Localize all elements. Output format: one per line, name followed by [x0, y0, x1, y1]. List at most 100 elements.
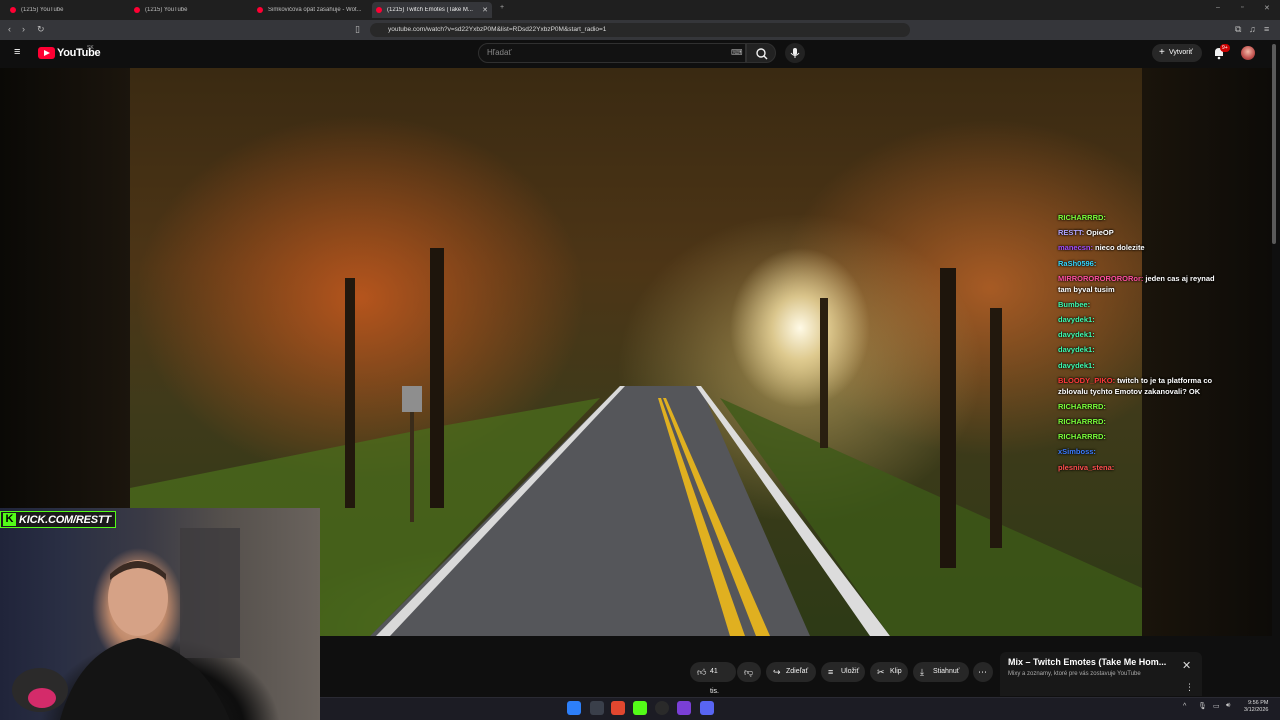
- microphone-tray-icon[interactable]: 🎙︎: [1198, 702, 1207, 710]
- browser-tab-active[interactable]: (1215) Twitch Emotes (Take M... ✕: [372, 2, 492, 18]
- youtube-favicon-icon: [10, 7, 16, 13]
- monitor-tray-icon[interactable]: ▭: [1213, 702, 1220, 710]
- tab-label: (1215) YouTube: [21, 7, 64, 13]
- hamburger-menu-icon[interactable]: ≡: [14, 46, 20, 58]
- chat-message: xSimboss:: [1058, 444, 1228, 459]
- chat-text: nieco dolezite: [1095, 243, 1145, 253]
- create-button[interactable]: + Vytvoriť: [1152, 44, 1202, 62]
- chat-username: xSimboss:: [1058, 447, 1096, 457]
- chat-username: RESTT:: [1058, 228, 1085, 238]
- chat-username: RICHARRRD:: [1058, 432, 1106, 442]
- browser-tab-strip: (1215) YouTube (1215) YouTube Šimkovičov…: [0, 0, 1280, 20]
- plus-icon: +: [1159, 47, 1165, 58]
- chat-message: RICHARRRD:: [1058, 429, 1228, 444]
- thumbs-up-icon: 👍︎: [697, 667, 707, 677]
- more-horizontal-icon: ⋯: [978, 667, 987, 677]
- share-icon: ↪: [773, 667, 781, 677]
- obs-icon[interactable]: [655, 701, 669, 715]
- tab-label: (1215) Twitch Emotes (Take M...: [387, 7, 473, 13]
- tab-label: Šimkovičová opät zasahuje - Wot...: [268, 7, 362, 13]
- page-scrollbar[interactable]: [1272, 44, 1276, 244]
- chat-message: RICHARRRD:: [1058, 414, 1228, 429]
- chat-username: Bumbee:: [1058, 299, 1091, 309]
- download-icon: ⤓: [920, 667, 924, 677]
- share-label: Zdieľať: [786, 668, 809, 675]
- more-vertical-icon[interactable]: ⋮: [1185, 682, 1194, 693]
- brave-browser-icon[interactable]: [611, 701, 625, 715]
- windows-taskbar: [320, 697, 1280, 720]
- tab-label: (1215) YouTube: [145, 7, 188, 13]
- browser-tab[interactable]: (1215) YouTube: [130, 2, 250, 18]
- extensions-icon[interactable]: ⧉: [1235, 24, 1241, 35]
- chat-username: manecsn:: [1058, 243, 1094, 253]
- discord-icon[interactable]: [700, 701, 714, 715]
- youtube-favicon-icon: [376, 7, 382, 13]
- tray-chevron-icon[interactable]: ^: [1183, 703, 1186, 710]
- browser-tab[interactable]: Šimkovičová opät zasahuje - Wot...: [253, 2, 373, 18]
- task-view-icon[interactable]: [590, 701, 604, 715]
- kick-app-icon[interactable]: [633, 701, 647, 715]
- chat-message: BLOODY_PIKO: twitch to je ta platforma co…: [1058, 375, 1228, 397]
- windows-start-icon[interactable]: [567, 701, 581, 715]
- save-button[interactable]: ≡ Uložiť: [821, 662, 865, 682]
- create-label: Vytvoriť: [1169, 49, 1193, 56]
- search-placeholder: Hľadať: [487, 48, 512, 57]
- kick-channel-url: KICK.COM/RESTT: [19, 513, 111, 526]
- chat-message: Bumbee:: [1058, 297, 1228, 312]
- chat-message: RICHARRRD:: [1058, 399, 1228, 414]
- maximize-icon[interactable]: ▫: [1241, 4, 1243, 11]
- chat-message: davydek1:: [1058, 358, 1228, 373]
- clip-label: Klip: [890, 668, 902, 675]
- avatar[interactable]: [1241, 46, 1255, 60]
- twitch-icon[interactable]: [677, 701, 691, 715]
- volume-tray-icon[interactable]: 🔊︎: [1226, 702, 1230, 710]
- search-button[interactable]: [746, 43, 776, 63]
- kick-logo-icon: K: [3, 513, 16, 526]
- chat-message: manecsn: nieco dolezite: [1058, 240, 1228, 255]
- back-icon[interactable]: ‹: [8, 24, 11, 34]
- chat-username: MIRRORORORORORor:: [1058, 273, 1144, 283]
- keyboard-icon[interactable]: ⌨: [731, 44, 743, 62]
- mix-subtitle: Mixy a zoznamy, ktoré pre vás zostavuje …: [1008, 671, 1141, 677]
- youtube-favicon-icon: [134, 7, 140, 13]
- save-label: Uložiť: [841, 668, 860, 675]
- more-actions-button[interactable]: ⋯: [973, 662, 993, 682]
- video-backdrop-left: [0, 68, 130, 508]
- chat-message: davydek1:: [1058, 342, 1228, 357]
- chat-username: davydek1:: [1058, 360, 1095, 370]
- chat-username: RICHARRRD:: [1058, 417, 1106, 427]
- search-input[interactable]: Hľadať ⌨: [478, 43, 746, 63]
- chat-message: RICHARRRD:: [1058, 210, 1228, 225]
- clock-time: 9:56 PM: [1247, 700, 1269, 706]
- youtube-favicon-icon: [257, 7, 263, 13]
- reload-icon[interactable]: ↻: [37, 24, 45, 35]
- close-tab-icon[interactable]: ✕: [482, 6, 488, 14]
- share-button[interactable]: ↪ Zdieľať: [766, 662, 816, 682]
- new-tab-icon[interactable]: +: [500, 4, 504, 11]
- chat-message: davydek1:: [1058, 312, 1228, 327]
- like-count: 41 tis.: [710, 668, 719, 695]
- menu-icon[interactable]: ≡: [1264, 24, 1269, 34]
- address-bar[interactable]: youtube.com/watch?v=sd22YxbzP0M&list=RDs…: [370, 23, 910, 37]
- download-label: Stiahnuť: [933, 668, 960, 675]
- thumbs-down-icon: 👎︎: [744, 667, 754, 677]
- close-window-icon[interactable]: ✕: [1264, 4, 1270, 12]
- like-button[interactable]: 👍︎ 41 tis.: [690, 662, 736, 695]
- mix-title[interactable]: Mix – Twitch Emotes (Take Me Hom...: [1008, 657, 1166, 667]
- dislike-button[interactable]: 👎︎: [737, 662, 761, 682]
- browser-tab[interactable]: (1215) YouTube: [6, 2, 126, 18]
- close-icon[interactable]: ✕: [1182, 659, 1191, 672]
- media-icon[interactable]: ♫: [1249, 24, 1256, 34]
- forward-icon[interactable]: ›: [22, 24, 25, 34]
- bookmark-icon[interactable]: ▯: [355, 24, 360, 35]
- youtube-logo-icon[interactable]: [38, 47, 55, 59]
- chat-username: RICHARRRD:: [1058, 213, 1106, 222]
- voice-search-button[interactable]: [785, 43, 805, 63]
- clip-button[interactable]: ✂ Klip: [870, 662, 908, 682]
- taskbar-clock[interactable]: 9:56 PM 3/12/2026: [1244, 700, 1268, 714]
- download-button[interactable]: ⤓ Stiahnuť: [913, 662, 969, 682]
- minimize-icon[interactable]: –: [1216, 4, 1220, 11]
- chat-username: BLOODY_PIKO:: [1058, 375, 1116, 385]
- url-text: youtube.com/watch?v=sd22YxbzP0M&list=RDs…: [388, 26, 607, 33]
- chat-text: OpieOP: [1086, 228, 1114, 238]
